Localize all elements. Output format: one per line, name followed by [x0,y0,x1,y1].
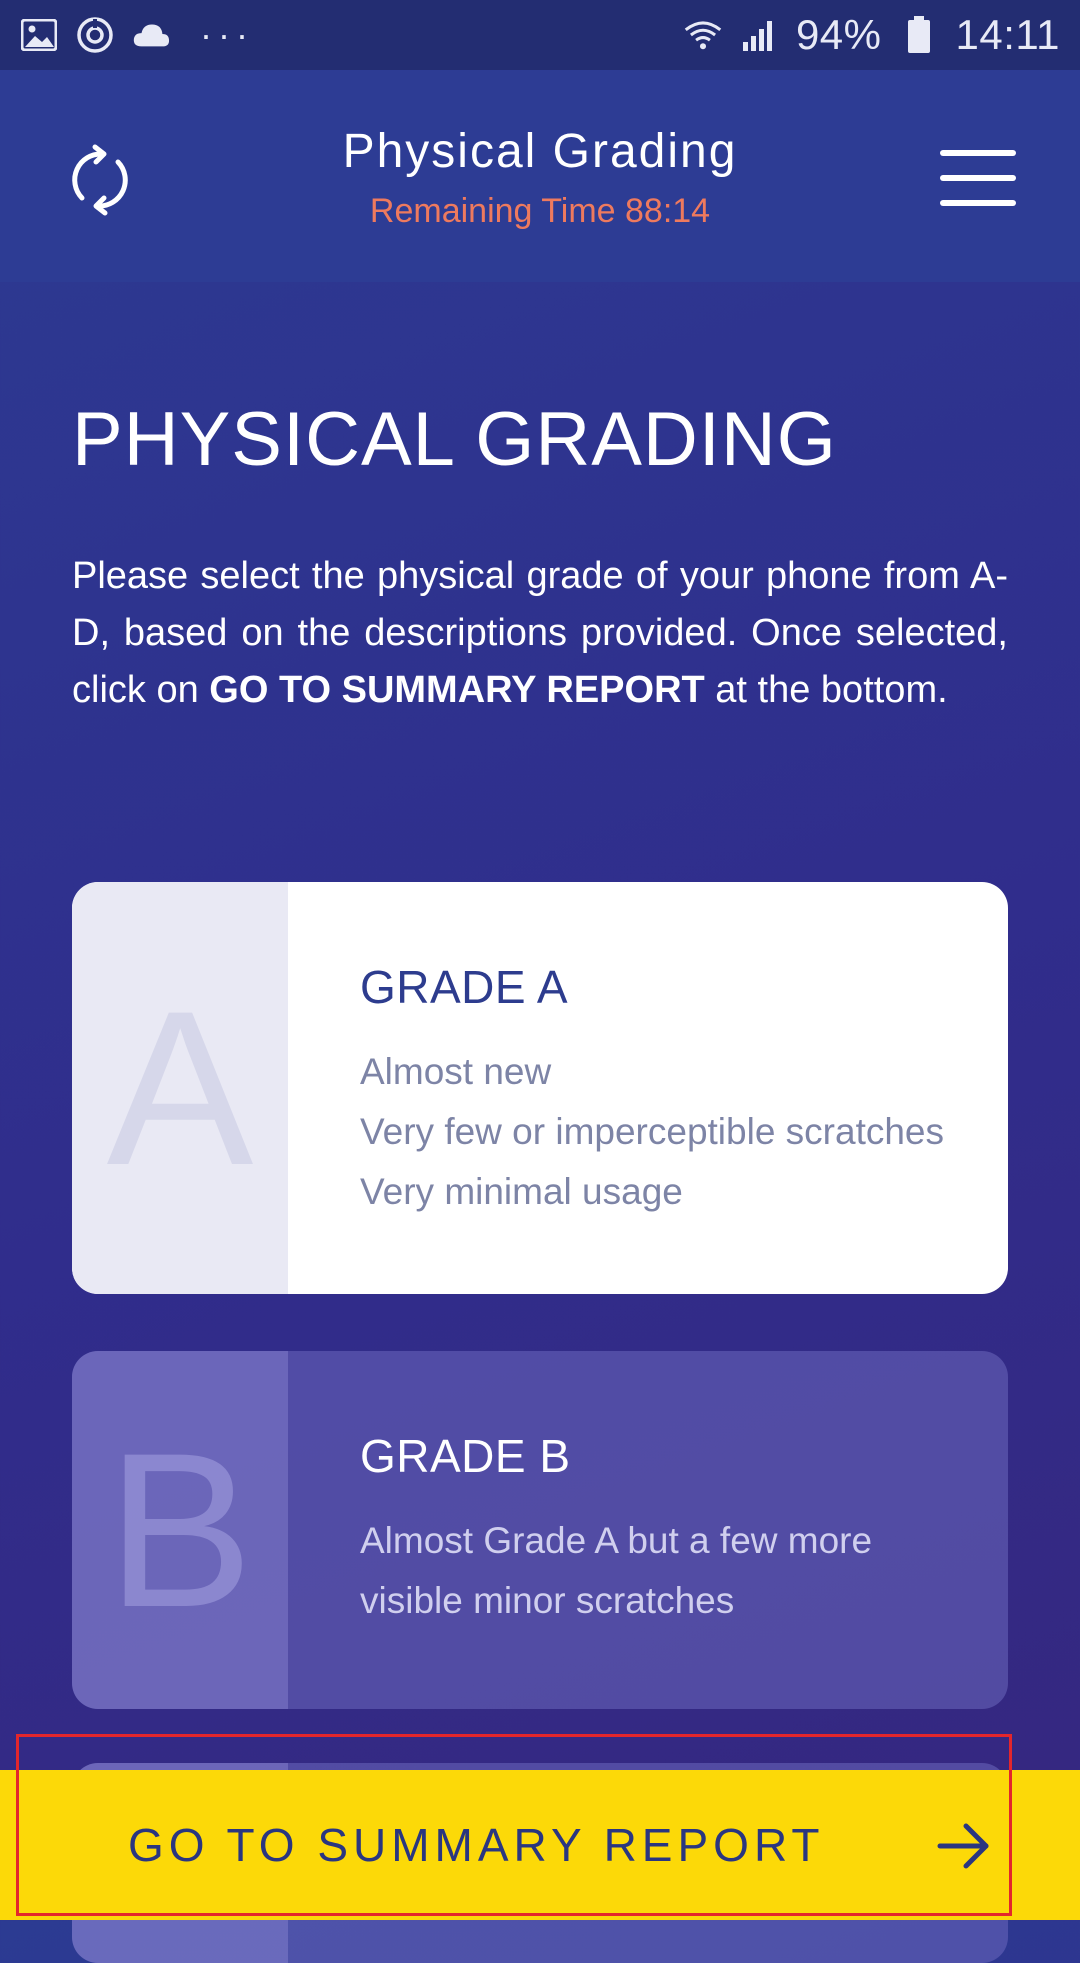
hamburger-menu-icon [940,150,1016,156]
menu-button[interactable] [940,150,1016,214]
status-bar: ··· 94% 14:11 [0,0,1080,70]
cloud-icon [132,16,170,54]
arrow-right-icon [936,1818,992,1874]
remaining-time: Remaining Time 88:14 [369,192,711,230]
go-to-summary-report-button[interactable]: GO TO SUMMARY REPORT [0,1770,1080,1920]
grade-b-line-2: visible minor scratches [360,1580,735,1621]
grade-a-description: Almost new Very few or imperceptible scr… [360,1042,944,1222]
more-icon: ··· [200,14,254,55]
grade-a-letter: A [72,882,288,1294]
instructions-bold: GO TO SUMMARY REPORT [209,669,705,711]
grade-a-card[interactable]: A GRADE A Almost new Very few or imperce… [72,882,1008,1294]
clock: 14:11 [955,11,1060,58]
grade-a-title: GRADE A [360,961,569,1013]
header-title: Physical Grading [342,125,738,178]
grade-b-title: GRADE B [360,1430,571,1482]
grade-b-letter: B [72,1351,288,1709]
image-icon [20,16,58,54]
grade-b-body: GRADE B Almost Grade A but a few more vi… [288,1351,872,1709]
grade-b-description: Almost Grade A but a few more visible mi… [360,1511,872,1631]
page-title: PHYSICAL GRADING [72,397,837,482]
status-bar-right: 94% 14:11 [684,11,1060,59]
grade-b-card[interactable]: B GRADE B Almost Grade A but a few more … [72,1351,1008,1709]
grade-a-body: GRADE A Almost new Very few or impercept… [288,882,944,1294]
grade-a-line-3: Very minimal usage [360,1171,683,1212]
hamburger-line [940,175,1016,181]
battery-icon [900,16,938,54]
battery-percent: 94% [795,11,882,58]
grade-a-line-2: Very few or imperceptible scratches [360,1111,945,1152]
cta-label: GO TO SUMMARY REPORT [128,1819,825,1871]
instructions-text: Please select the physical grade of your… [72,548,1008,719]
wifi-icon [684,16,722,54]
signal-icon [740,16,778,54]
grade-b-line-1: Almost Grade A but a few more [360,1520,873,1561]
sync-icon [76,16,114,54]
instructions-part2: at the bottom. [704,669,948,711]
grade-a-line-1: Almost new [360,1051,552,1092]
app-header: Physical Grading Remaining Time 88:14 [0,70,1080,282]
hamburger-line [940,200,1016,206]
status-bar-left: ··· [20,14,254,56]
